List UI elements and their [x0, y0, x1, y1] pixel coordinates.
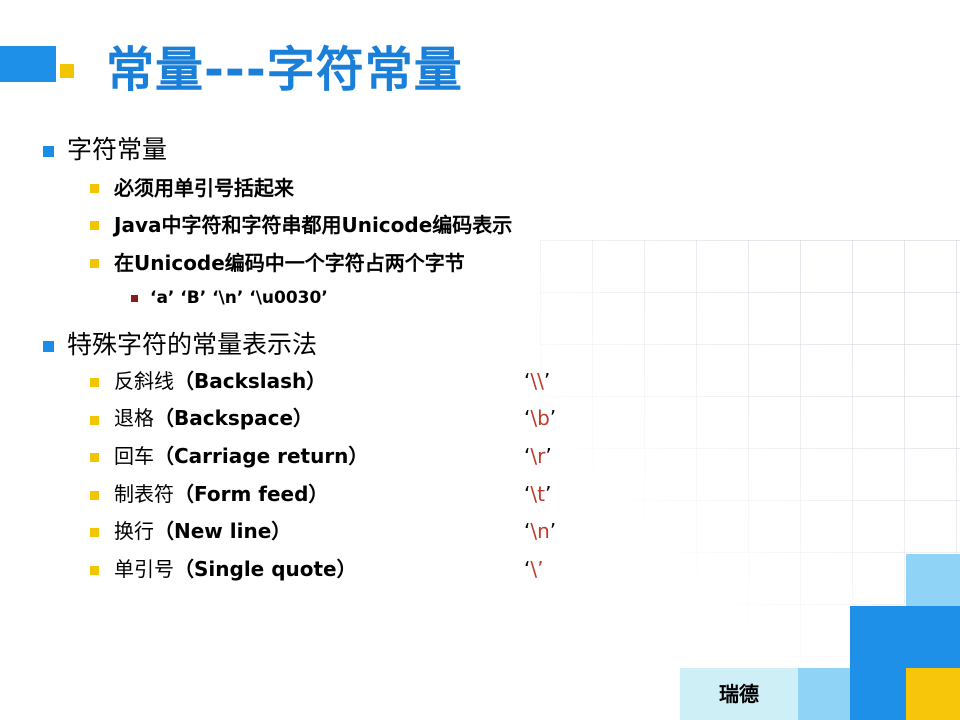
escape-code-value: \t — [530, 482, 545, 506]
section1-item: 必须用单引号括起来 — [114, 176, 294, 200]
bullet-square-icon — [90, 184, 99, 193]
escape-name-cn: 换行 — [114, 519, 154, 543]
escape-name-en: （Backslash） — [174, 369, 327, 393]
bullet-square-icon — [43, 341, 54, 352]
bullet-square-icon — [90, 378, 99, 387]
section1-heading: 字符常量 — [67, 135, 168, 164]
escape-row-label: 反斜线（Backslash） — [114, 368, 326, 394]
escape-code-value: \’ — [530, 557, 544, 581]
escape-code-value: \b — [530, 406, 550, 430]
bullet-square-icon — [131, 295, 138, 302]
escape-code: ‘\n’ — [524, 519, 557, 543]
section2-heading: 特殊字符的常量表示法 — [67, 330, 318, 359]
escape-name-en: （Backspace） — [154, 406, 314, 430]
bullet-square-icon — [90, 566, 99, 575]
escape-row-label: 退格（Backspace） — [114, 405, 313, 431]
escape-code: ‘\t’ — [524, 482, 552, 506]
bullet-square-icon — [90, 221, 99, 230]
bullet-square-icon — [90, 491, 99, 500]
bullet-square-icon — [43, 146, 54, 157]
escape-code-value: \\ — [530, 369, 544, 393]
bullet-square-icon — [90, 453, 99, 462]
section1-item: Java中字符和字符串都用Unicode编码表示 — [114, 213, 513, 237]
escape-name-cn: 反斜线 — [114, 369, 174, 393]
escape-name-cn: 制表符 — [114, 482, 174, 506]
deco-block-lightblue-top — [906, 554, 960, 606]
escape-code-value: \r — [530, 444, 546, 468]
page-title: 常量---字符常量 — [106, 42, 463, 98]
escape-name-en: （Single quote） — [174, 557, 357, 581]
bullet-square-icon — [90, 259, 99, 268]
escape-code: ‘\r’ — [524, 444, 552, 468]
escape-name-cn: 回车 — [114, 444, 154, 468]
escape-row-label: 回车（Carriage return） — [114, 443, 368, 469]
escape-code: ‘\’ — [524, 557, 544, 581]
escape-code: ‘\\’ — [524, 369, 551, 393]
escape-name-en: （Carriage return） — [154, 444, 369, 468]
escape-code: ‘\b’ — [524, 406, 557, 430]
bullet-square-icon — [90, 416, 99, 425]
title-accent-bar — [0, 46, 56, 82]
footer-label: 瑞德 — [680, 668, 798, 720]
deco-block-yellow — [906, 668, 960, 720]
deco-block-lightblue-mid — [798, 668, 850, 720]
title-accent-square — [60, 64, 74, 78]
escape-name-en: （New line） — [154, 519, 292, 543]
section1-item: 在Unicode编码中一个字符占两个字节 — [114, 251, 465, 275]
escape-row-label: 换行（New line） — [114, 518, 291, 544]
escape-code-value: \n — [530, 519, 550, 543]
escape-name-cn: 单引号 — [114, 557, 174, 581]
bullet-square-icon — [90, 528, 99, 537]
escape-name-cn: 退格 — [114, 406, 154, 430]
escape-name-en: （Form feed） — [174, 482, 329, 506]
escape-row-label: 单引号（Single quote） — [114, 556, 357, 582]
escape-row-label: 制表符（Form feed） — [114, 481, 328, 507]
section1-example: ‘a’ ‘B’ ‘\n’ ‘\u0030’ — [150, 288, 328, 308]
